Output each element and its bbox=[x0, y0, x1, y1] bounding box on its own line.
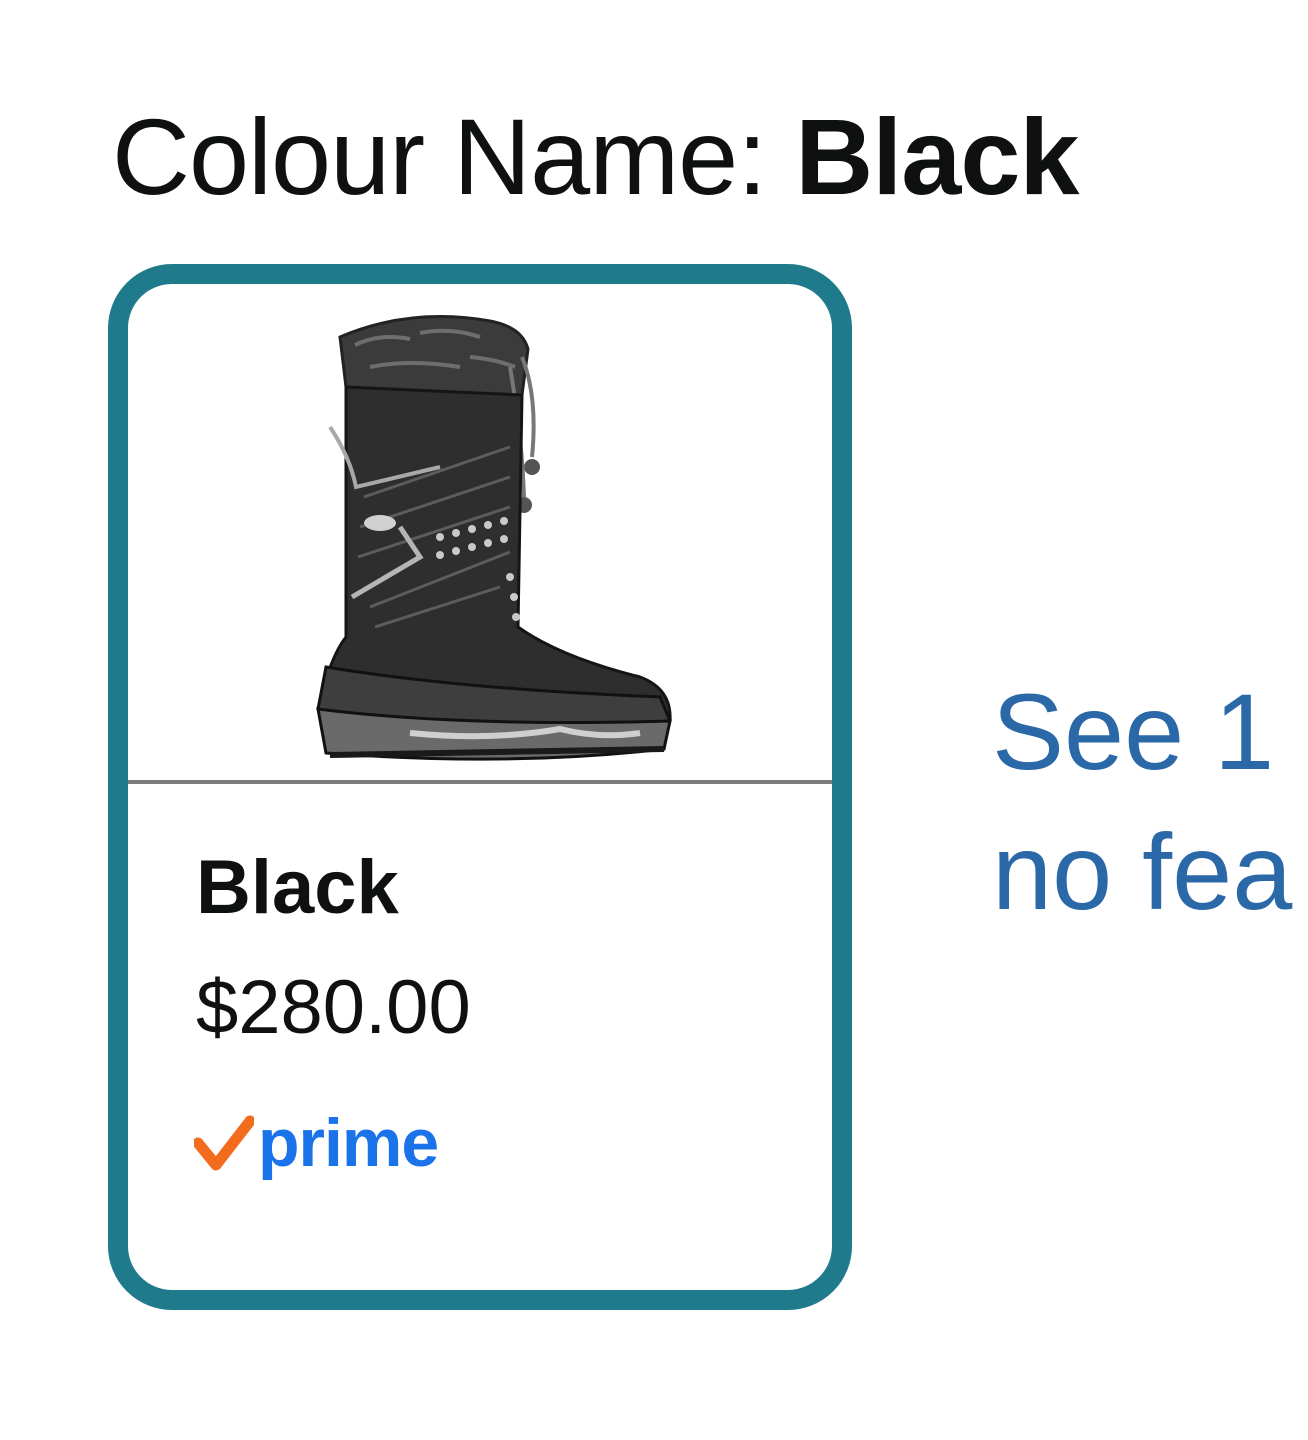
colour-swatch-black[interactable]: Black $280.00 prime bbox=[108, 264, 852, 1310]
see-more-line-2: no fea bbox=[992, 811, 1293, 932]
prime-label: prime bbox=[258, 1105, 439, 1181]
winter-boot-image bbox=[316, 315, 672, 761]
see-more-options-link[interactable]: See 1 no fea bbox=[992, 662, 1292, 942]
checkmark-icon bbox=[194, 1115, 254, 1171]
swatch-name: Black bbox=[196, 845, 399, 930]
prime-badge: prime bbox=[194, 1104, 439, 1182]
see-more-line-1: See 1 bbox=[992, 671, 1275, 792]
product-image bbox=[128, 284, 832, 780]
swatch-divider bbox=[128, 780, 832, 784]
colour-name-label: Colour Name: bbox=[112, 96, 767, 217]
colour-name-value: Black bbox=[795, 96, 1079, 217]
colour-name-heading: Colour Name: Black bbox=[112, 96, 1079, 217]
swatch-price: $280.00 bbox=[196, 965, 471, 1050]
